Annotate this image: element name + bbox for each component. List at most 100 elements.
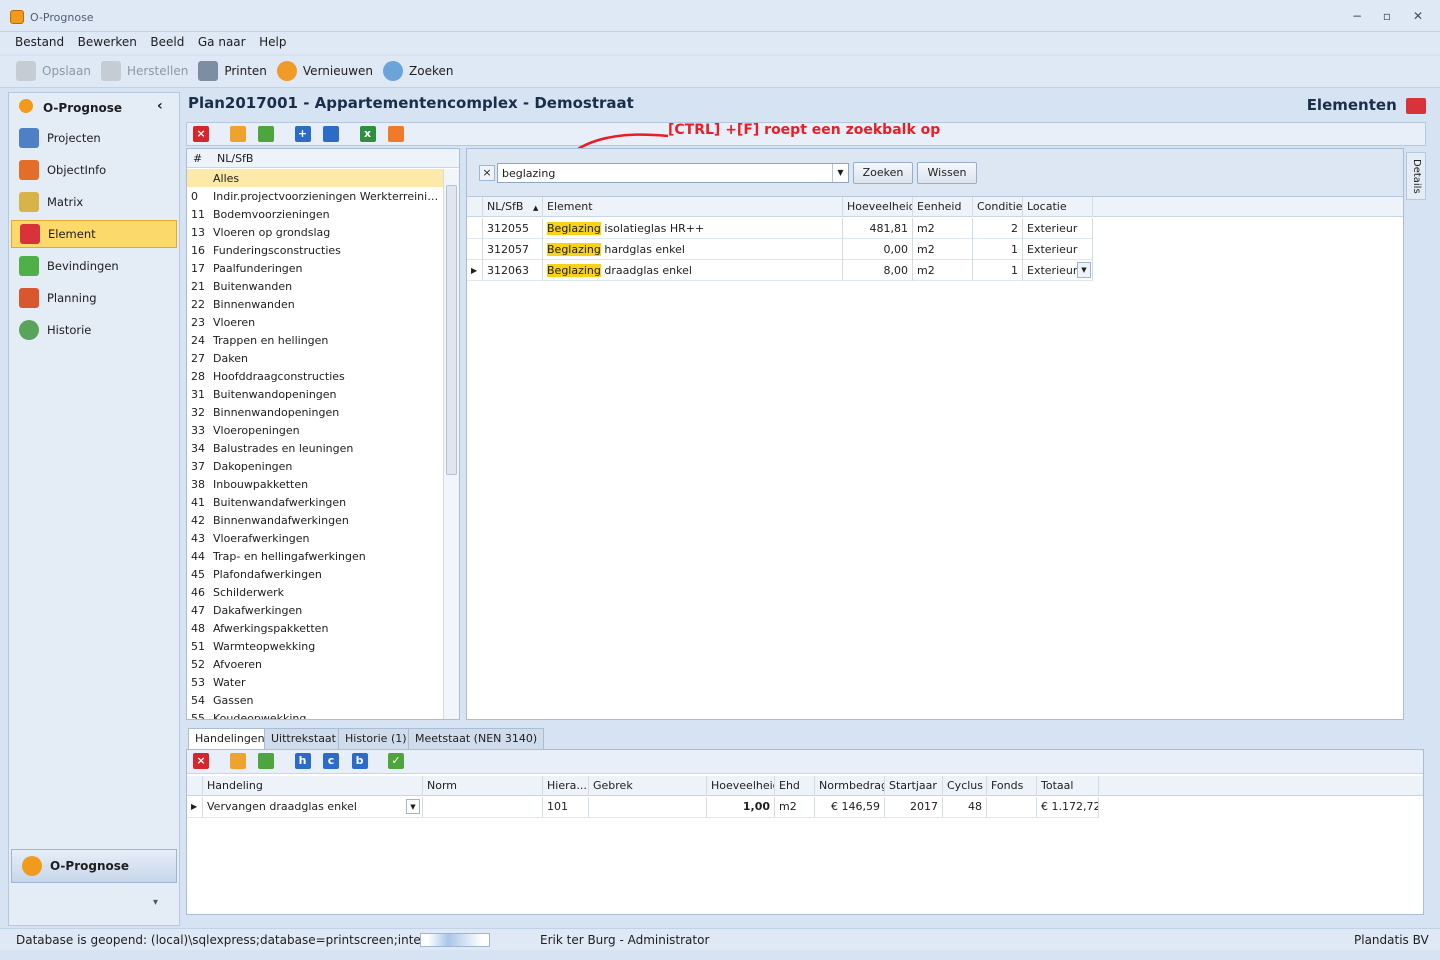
grid-row[interactable]: 312055 Beglazing isolatieglas HR++ 481,81 m… [467,218,1093,239]
bcol-gebrek[interactable]: Gebrek [589,776,707,796]
bcol-cyclus[interactable]: Cyclus [943,776,987,796]
nav-item-element[interactable]: Element [11,220,177,248]
loc-cell[interactable]: Exterieur [1023,218,1093,239]
search-find-button[interactable]: Zoeken [853,162,913,184]
totaal-cell[interactable]: € 1.172,72 [1037,797,1099,817]
nav-item-objectinfo[interactable]: ObjectInfo [11,156,177,184]
tree-row[interactable]: 27 Daken [187,349,443,367]
tab-historie[interactable]: Historie (1) [338,728,414,750]
tree-row[interactable]: 34 Balustrades en leuningen [187,439,443,457]
print-icon[interactable] [388,126,404,142]
note-icon[interactable] [229,753,246,769]
hoeveelheid-cell[interactable]: 1,00 [707,797,775,817]
menu-bestand[interactable]: Bestand [10,32,69,49]
bcol-norm[interactable]: Norm [423,776,543,796]
tree-row[interactable]: 48 Afwerkingspakketten [187,619,443,637]
bcol-totaal[interactable]: Totaal [1037,776,1099,796]
tab-uittrekstaat[interactable]: Uittrekstaat [264,728,343,750]
tree-row[interactable]: 37 Dakopeningen [187,457,443,475]
hiera-cell[interactable]: 101 [543,797,589,817]
tree-row[interactable]: 55 Koudeopwekking [187,709,443,720]
tree-row[interactable]: 11 Bodemvoorzieningen [187,205,443,223]
tree-row[interactable]: 41 Buitenwandafwerkingen [187,493,443,511]
element-cell[interactable]: Beglazing isolatieglas HR++ [543,218,843,239]
grid-col-hoeveelheid[interactable]: Hoeveelheid [843,197,913,217]
nav-item-planning[interactable]: Planning [11,284,177,312]
minimize-button[interactable]: − [1348,8,1366,24]
note-icon[interactable] [229,126,246,142]
tree-row[interactable]: 38 Inbouwpakketten [187,475,443,493]
nav-collapse-button[interactable]: ‹ [157,98,163,114]
tree-row[interactable]: 22 Binnenwanden [187,295,443,313]
menu-beeld[interactable]: Beeld [145,32,189,49]
ehd-cell[interactable]: m2 [775,797,815,817]
tree-row[interactable]: 32 Binnenwandopeningen [187,403,443,421]
menu-bewerken[interactable]: Bewerken [73,32,142,49]
tree-row[interactable]: 51 Warmteopwekking [187,637,443,655]
cond-cell[interactable]: 1 [973,260,1023,281]
tree-row[interactable]: 0 Indir.projectvoorzieningen Werkterreini… [187,187,443,205]
unit-cell[interactable]: m2 [913,218,973,239]
element-cell[interactable]: Beglazing hardglas enkel [543,239,843,260]
handeling-cell[interactable]: Vervangen draadglas enkel ▼ [203,797,423,817]
tree-row[interactable]: 53 Water [187,673,443,691]
element-cell[interactable]: Beglazing draadglas enkel [543,260,843,281]
menu-ga-naar[interactable]: Ga naar [193,32,251,49]
handeling-row[interactable]: ▶ Vervangen draadglas enkel ▼ 101 1,00 m2… [187,797,1099,818]
tree-row[interactable]: 45 Plafondafwerkingen [187,565,443,583]
tree-scrollbar-thumb[interactable] [446,185,457,475]
nlsfb-cell[interactable]: 312063 [483,260,543,281]
tree-row[interactable]: 17 Paalfunderingen [187,259,443,277]
tree-col-hash[interactable]: # [193,152,202,165]
window-icon[interactable] [258,753,274,769]
tree-row[interactable]: 13 Vloeren op grondslag [187,223,443,241]
location-dropdown-icon[interactable]: ▼ [1077,262,1091,278]
grid-col-nlsfb[interactable]: NL/SfB ▲ [483,197,543,217]
bcol-ehd[interactable]: Ehd [775,776,815,796]
search-close-button[interactable]: × [479,165,495,181]
bcol-handeling[interactable]: Handeling [203,776,423,796]
unit-cell[interactable]: m2 [913,260,973,281]
norm-cell[interactable] [423,797,543,817]
qty-cell[interactable]: 8,00 [843,260,913,281]
maximize-button[interactable]: ▫ [1378,8,1396,24]
grid-col-element[interactable]: Element [543,197,843,217]
search-input[interactable]: beglazing ▼ [497,163,849,183]
checkmark-icon[interactable]: ✓ [388,753,404,769]
nlsfb-cell[interactable]: 312055 [483,218,543,239]
h-icon[interactable]: h [294,753,311,769]
tree-row[interactable]: 42 Binnenwandafwerkingen [187,511,443,529]
tree-row[interactable]: 52 Afvoeren [187,655,443,673]
grid-row[interactable]: 312057 Beglazing hardglas enkel 0,00 m2 1 Ext… [467,239,1093,260]
tree-row[interactable]: 54 Gassen [187,691,443,709]
tree-row[interactable]: 23 Vloeren [187,313,443,331]
bcol-startjaar[interactable]: Startjaar [885,776,943,796]
tree-row[interactable]: 33 Vloeropeningen [187,421,443,439]
startjaar-cell[interactable]: 2017 [885,797,943,817]
nav-item-bevindingen[interactable]: Bevindingen [11,252,177,280]
tree-row[interactable]: 31 Buitenwandopeningen [187,385,443,403]
tree-row[interactable]: 21 Buitenwanden [187,277,443,295]
grid-col-eenheid[interactable]: Eenheid [913,197,973,217]
menu-help[interactable]: Help [254,32,291,49]
cond-cell[interactable]: 1 [973,239,1023,260]
excel-icon[interactable]: x [359,126,376,142]
delete-icon[interactable]: × [193,126,209,142]
search-button[interactable]: Zoeken [383,56,454,86]
add-icon[interactable]: + [294,126,311,142]
nav-bottom-oprognose[interactable]: O-Prognose [11,849,177,883]
cond-cell[interactable]: 2 [973,218,1023,239]
bcol-hoeveelheid[interactable]: Hoeveelheid [707,776,775,796]
nav-more-button[interactable]: ▾ [153,897,158,908]
grid-row[interactable]: ▶ 312063 Beglazing draadglas enkel 8,00 m2 1 E… [467,260,1093,281]
grid-col-conditie[interactable]: Conditie [973,197,1023,217]
nav-item-historie[interactable]: Historie [11,316,177,344]
cyclus-cell[interactable]: 48 [943,797,987,817]
refresh-button[interactable]: Vernieuwen [276,56,373,86]
loc-cell[interactable]: Exterieur [1023,239,1093,260]
save-button[interactable]: Opslaan [16,56,91,86]
nav-item-projecten[interactable]: Projecten [11,124,177,152]
unit-cell[interactable]: m2 [913,239,973,260]
fonds-cell[interactable] [987,797,1037,817]
qty-cell[interactable]: 481,81 [843,218,913,239]
